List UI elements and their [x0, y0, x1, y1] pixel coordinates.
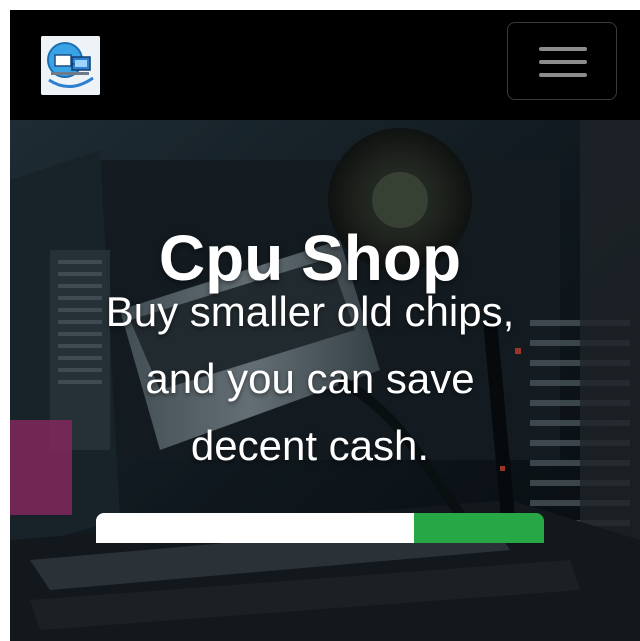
hero-subtitle-line: Buy smaller old chips, — [105, 288, 515, 335]
hero-subtitle: Buy smaller old chips, and you can save … — [0, 278, 630, 479]
hamburger-menu-icon — [539, 47, 587, 51]
hamburger-bar-middle — [539, 60, 587, 64]
hero-subtitle-line: decent cash. — [190, 422, 430, 469]
hero-subtitle-line: and you can save — [145, 355, 475, 402]
page: Cpu Shop Buy smaller old chips, and you … — [0, 0, 640, 641]
computer-network-logo-icon — [41, 36, 100, 95]
hamburger-bar-bottom — [539, 73, 587, 77]
brand-logo[interactable] — [41, 36, 100, 95]
menu-toggle-button[interactable] — [507, 22, 617, 100]
search-button[interactable] — [414, 513, 544, 543]
search-input[interactable] — [96, 513, 418, 543]
navbar — [10, 10, 640, 120]
